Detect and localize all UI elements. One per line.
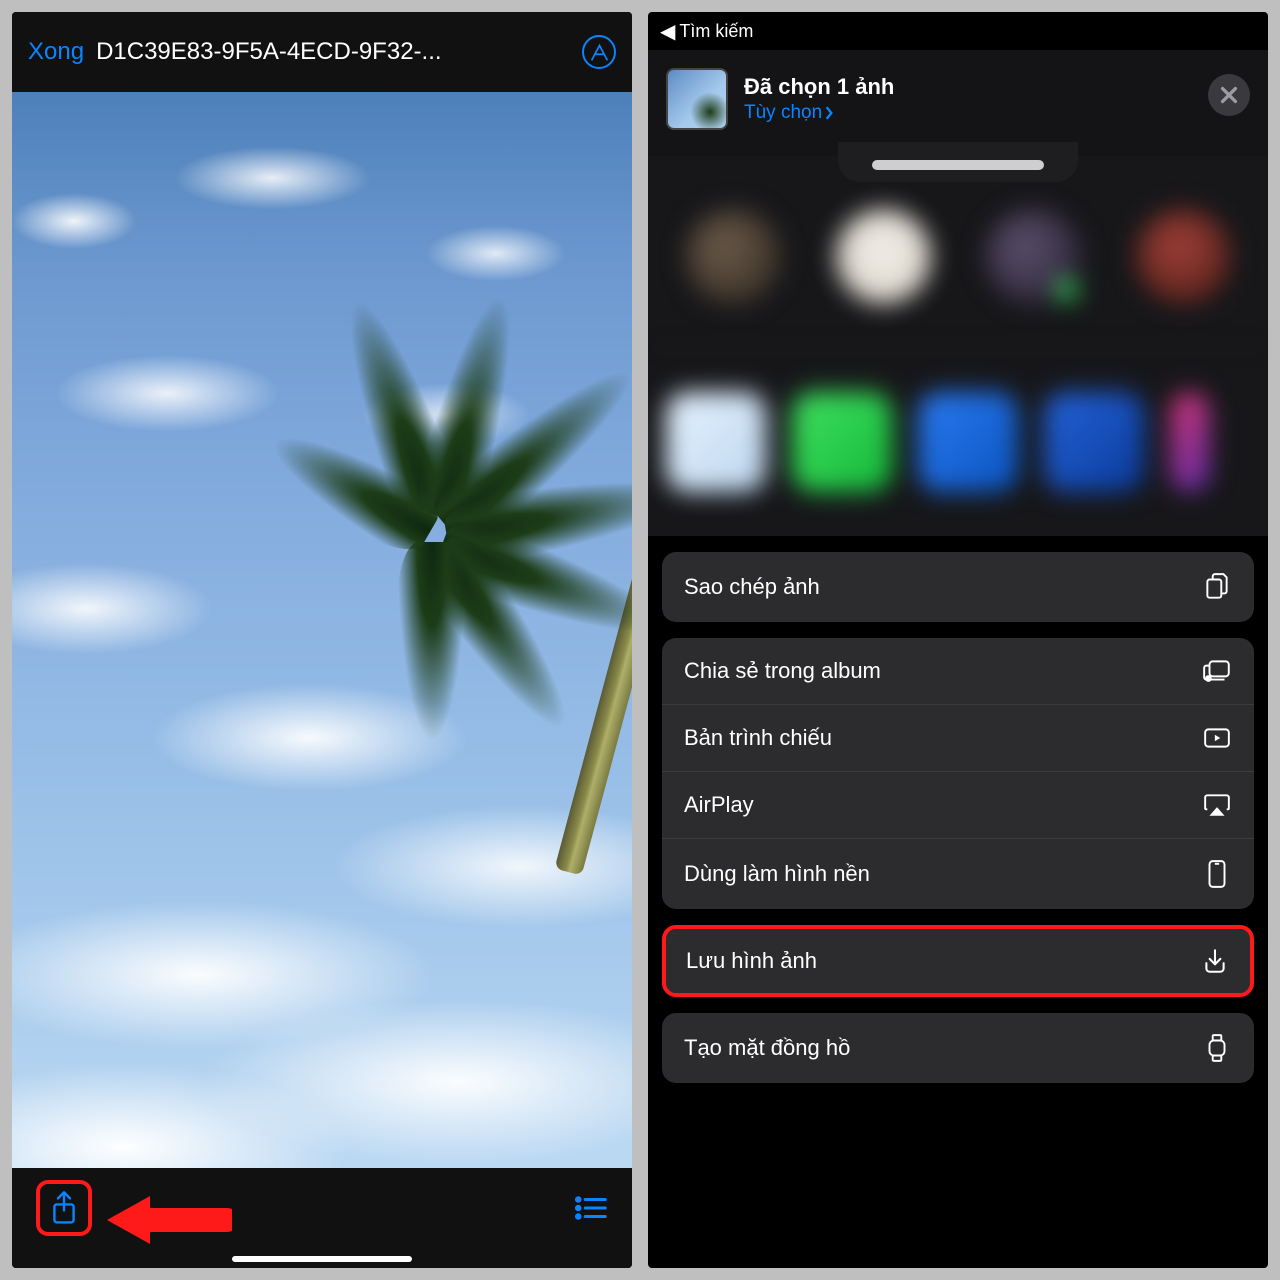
play-rect-icon: [1202, 727, 1232, 749]
iphone-icon: [1202, 859, 1232, 889]
markup-icon[interactable]: [582, 35, 616, 69]
selected-count-label: Đã chọn 1 ảnh: [744, 74, 894, 100]
action-create-watchface[interactable]: Tạo mặt đồng hồ: [662, 1013, 1254, 1083]
action-label: Bản trình chiếu: [684, 725, 832, 751]
photo-content[interactable]: [12, 92, 632, 1168]
share-app[interactable]: [1170, 392, 1210, 492]
preview-toolbar: [12, 1168, 632, 1268]
left-phone-preview: Xong D1C39E83-9F5A-4ECD-9F32-...: [12, 12, 632, 1268]
watch-icon: [1202, 1033, 1232, 1063]
options-button[interactable]: Tùy chọn: [744, 102, 894, 124]
status-bar-back[interactable]: ◀ Tìm kiếm: [648, 12, 1268, 50]
close-button[interactable]: [1208, 74, 1250, 116]
share-app[interactable]: [792, 392, 892, 492]
right-phone-sharesheet: ◀ Tìm kiếm Đã chọn 1 ảnh Tùy chọn: [648, 12, 1268, 1268]
airplay-icon: [1202, 793, 1232, 817]
share-targets-blurred: [648, 156, 1268, 536]
action-label: AirPlay: [684, 792, 754, 818]
back-caret-icon: ◀: [660, 19, 675, 44]
copy-icon: [1202, 572, 1232, 602]
selected-thumbnail[interactable]: [666, 68, 728, 130]
airdrop-contact[interactable]: [836, 209, 931, 304]
share-sheet-header: Đã chọn 1 ảnh Tùy chọn: [648, 50, 1268, 156]
airdrop-contact[interactable]: [986, 209, 1081, 304]
share-icon[interactable]: [49, 1190, 79, 1226]
action-save-image-highlight: Lưu hình ảnh: [662, 925, 1254, 997]
action-save-image[interactable]: Lưu hình ảnh: [666, 929, 1250, 993]
download-icon: [1200, 947, 1230, 975]
list-icon[interactable]: [574, 1195, 608, 1221]
share-app[interactable]: [666, 392, 766, 492]
preview-header: Xong D1C39E83-9F5A-4ECD-9F32-...: [12, 12, 632, 92]
action-share-album[interactable]: Chia sẻ trong album: [662, 638, 1254, 704]
action-label: Dùng làm hình nền: [684, 861, 870, 887]
action-label: Sao chép ảnh: [684, 574, 820, 600]
share-app[interactable]: [918, 392, 1018, 492]
back-label: Tìm kiếm: [679, 21, 753, 42]
airdrop-contact[interactable]: [686, 209, 781, 304]
sheet-grabber[interactable]: [872, 160, 1044, 170]
action-label: Lưu hình ảnh: [686, 948, 817, 974]
action-airplay[interactable]: AirPlay: [662, 771, 1254, 838]
annotation-arrow-icon: [102, 1190, 232, 1250]
share-app[interactable]: [1044, 392, 1144, 492]
airdrop-contact[interactable]: [1136, 209, 1231, 304]
done-button[interactable]: Xong: [28, 38, 84, 66]
chevron-right-icon: [824, 106, 834, 120]
close-icon: [1220, 86, 1238, 104]
action-label: Tạo mặt đồng hồ: [684, 1035, 850, 1061]
action-slideshow[interactable]: Bản trình chiếu: [662, 704, 1254, 771]
shared-album-icon: [1202, 658, 1232, 684]
home-indicator[interactable]: [232, 1256, 412, 1262]
action-label: Chia sẻ trong album: [684, 658, 881, 684]
share-button-highlight: [36, 1180, 92, 1236]
file-title: D1C39E83-9F5A-4ECD-9F32-...: [96, 38, 570, 66]
action-copy-photo[interactable]: Sao chép ảnh: [662, 552, 1254, 622]
action-wallpaper[interactable]: Dùng làm hình nền: [662, 838, 1254, 909]
